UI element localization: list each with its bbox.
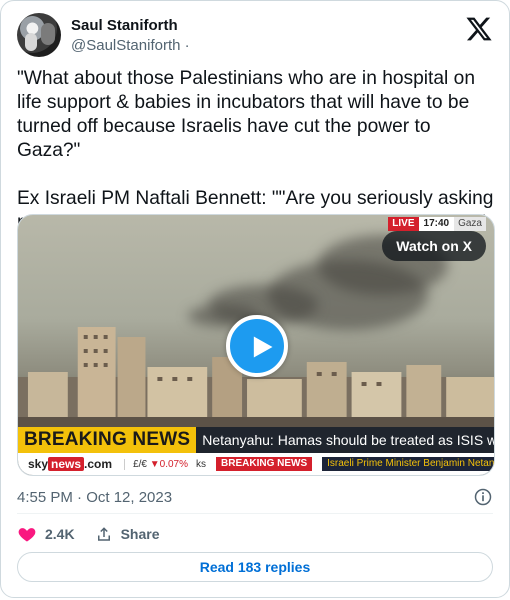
share-label: Share <box>120 526 160 542</box>
author-handle[interactable]: @SaulStaniforth <box>71 37 180 54</box>
sky-news-logo: sky news .com <box>28 457 113 471</box>
action-bar: 2.4K Share <box>17 523 180 545</box>
fx-rate: £/€ ▼0.07% <box>124 458 196 470</box>
tweet-timestamp[interactable]: 4:55 PM · Oct 12, 2023 <box>17 489 172 506</box>
live-time: 17:40 <box>418 217 455 231</box>
avatar[interactable] <box>17 13 61 57</box>
tweet-card: Saul Staniforth @SaulStaniforth · "What … <box>0 0 510 598</box>
tweet-header: Saul Staniforth @SaulStaniforth · <box>17 13 493 59</box>
read-replies-button[interactable]: Read 183 replies <box>17 552 493 582</box>
heart-icon <box>18 528 36 542</box>
fx-trailing: ks <box>196 458 207 470</box>
handle-separator: · <box>180 37 190 54</box>
breaking-news-ticker: BREAKING NEWS Netanyahu: Hamas should be… <box>18 427 494 453</box>
sub-breaking-label: BREAKING NEWS <box>216 457 313 471</box>
video-player[interactable]: LIVE 17:40 Gaza Watch on X BREAKING NEWS… <box>17 214 495 476</box>
tweet-text: "What about those Palestinians who are i… <box>17 68 494 233</box>
watch-on-x-button[interactable]: Watch on X <box>382 231 486 261</box>
like-button[interactable]: 2.4K <box>17 524 75 544</box>
author-name[interactable]: Saul Staniforth <box>71 17 178 34</box>
play-icon <box>253 336 273 358</box>
divider <box>17 513 493 514</box>
like-count: 2.4K <box>45 526 75 542</box>
live-tag: LIVE <box>388 217 419 231</box>
x-logo-icon[interactable] <box>465 15 493 43</box>
share-icon <box>97 527 110 541</box>
news-subticker: sky news .com £/€ ▼0.07% ks BREAKING NEWS … <box>18 453 494 475</box>
news-headline: Netanyahu: Hamas should be treated as IS… <box>196 427 494 453</box>
share-button[interactable]: Share <box>95 525 160 543</box>
breaking-news-label: BREAKING NEWS <box>18 427 197 453</box>
live-indicator: LIVE 17:40 Gaza <box>388 217 486 231</box>
author-handle-row: @SaulStaniforth · <box>71 37 190 54</box>
info-icon[interactable] <box>473 487 493 507</box>
live-location: Gaza <box>454 217 486 231</box>
sub-headline: Israeli Prime Minister Benjamin Netany <box>322 457 494 471</box>
play-button[interactable] <box>226 315 288 377</box>
